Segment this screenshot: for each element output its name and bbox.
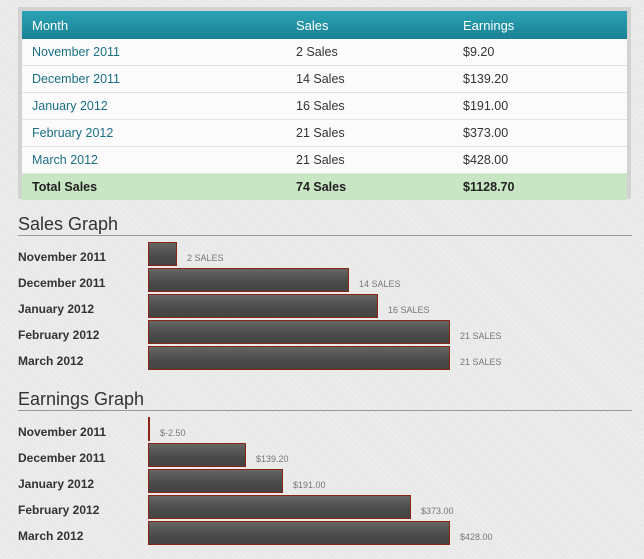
bar	[148, 495, 411, 519]
earnings-cell: $139.20	[453, 65, 627, 93]
sales-table: Month Sales Earnings November 2011 2 Sal…	[22, 11, 627, 200]
table-row: March 2012 21 Sales $428.00	[22, 146, 627, 174]
bar-label: December 2011	[18, 276, 106, 290]
bar-label: March 2012	[18, 529, 84, 543]
table-row: December 2011 14 Sales $139.20	[22, 65, 627, 93]
bar-label: February 2012	[18, 328, 100, 342]
month-link[interactable]: March 2012	[22, 146, 286, 174]
sales-cell: 16 Sales	[286, 92, 453, 120]
total-label: Total Sales	[22, 173, 286, 200]
sales-graph-title: Sales Graph	[18, 213, 632, 236]
bar	[148, 417, 150, 441]
earnings-cell: $9.20	[453, 39, 627, 66]
bar-label: February 2012	[18, 503, 100, 517]
earnings-cell: $191.00	[453, 92, 627, 120]
bar-label: November 2011	[18, 250, 107, 264]
bar	[148, 320, 450, 344]
bar	[148, 443, 246, 467]
bar-value-label: $373.00	[421, 506, 454, 516]
bar	[148, 294, 378, 318]
total-sales: 74 Sales	[286, 173, 453, 200]
month-link[interactable]: December 2011	[22, 65, 286, 93]
sales-table-frame: Month Sales Earnings November 2011 2 Sal…	[18, 7, 631, 200]
column-header-earnings: Earnings	[453, 11, 627, 39]
bar-label: March 2012	[18, 354, 84, 368]
bar-value-label: 21 SALES	[460, 331, 502, 341]
bar-value-label: $428.00	[460, 532, 493, 542]
sales-cell: 21 Sales	[286, 146, 453, 174]
earnings-cell: $428.00	[453, 146, 627, 174]
column-header-sales: Sales	[286, 11, 453, 39]
bar-value-label: $191.00	[293, 480, 326, 490]
bar	[148, 268, 349, 292]
total-row: Total Sales 74 Sales $1128.70	[22, 173, 627, 200]
bar	[148, 521, 450, 545]
sales-cell: 2 Sales	[286, 39, 453, 66]
earnings-graph-title: Earnings Graph	[18, 388, 632, 411]
month-link[interactable]: January 2012	[22, 92, 286, 120]
bar-label: January 2012	[18, 302, 95, 316]
bar-value-label: 14 SALES	[359, 279, 401, 289]
month-link[interactable]: February 2012	[22, 119, 286, 147]
bar-label: December 2011	[18, 451, 106, 465]
bar	[148, 346, 450, 370]
bar-value-label: 16 SALES	[388, 305, 430, 315]
bar	[148, 242, 177, 266]
table-row: January 2012 16 Sales $191.00	[22, 92, 627, 120]
month-link[interactable]: November 2011	[22, 39, 286, 66]
table-row: February 2012 21 Sales $373.00	[22, 119, 627, 147]
bar-value-label: 21 SALES	[460, 357, 502, 367]
bar-value-label: 2 SALES	[187, 253, 224, 263]
table-row: November 2011 2 Sales $9.20	[22, 39, 627, 66]
bar-label: January 2012	[18, 477, 95, 491]
bar-label: November 2011	[18, 425, 107, 439]
sales-cell: 14 Sales	[286, 65, 453, 93]
bar-value-label: $-2.50	[160, 428, 186, 438]
total-earnings: $1128.70	[453, 173, 627, 200]
bar-value-label: $139.20	[256, 454, 289, 464]
earnings-cell: $373.00	[453, 119, 627, 147]
bar	[148, 469, 283, 493]
column-header-month: Month	[22, 11, 286, 39]
table-header-row: Month Sales Earnings	[22, 11, 627, 39]
sales-cell: 21 Sales	[286, 119, 453, 147]
